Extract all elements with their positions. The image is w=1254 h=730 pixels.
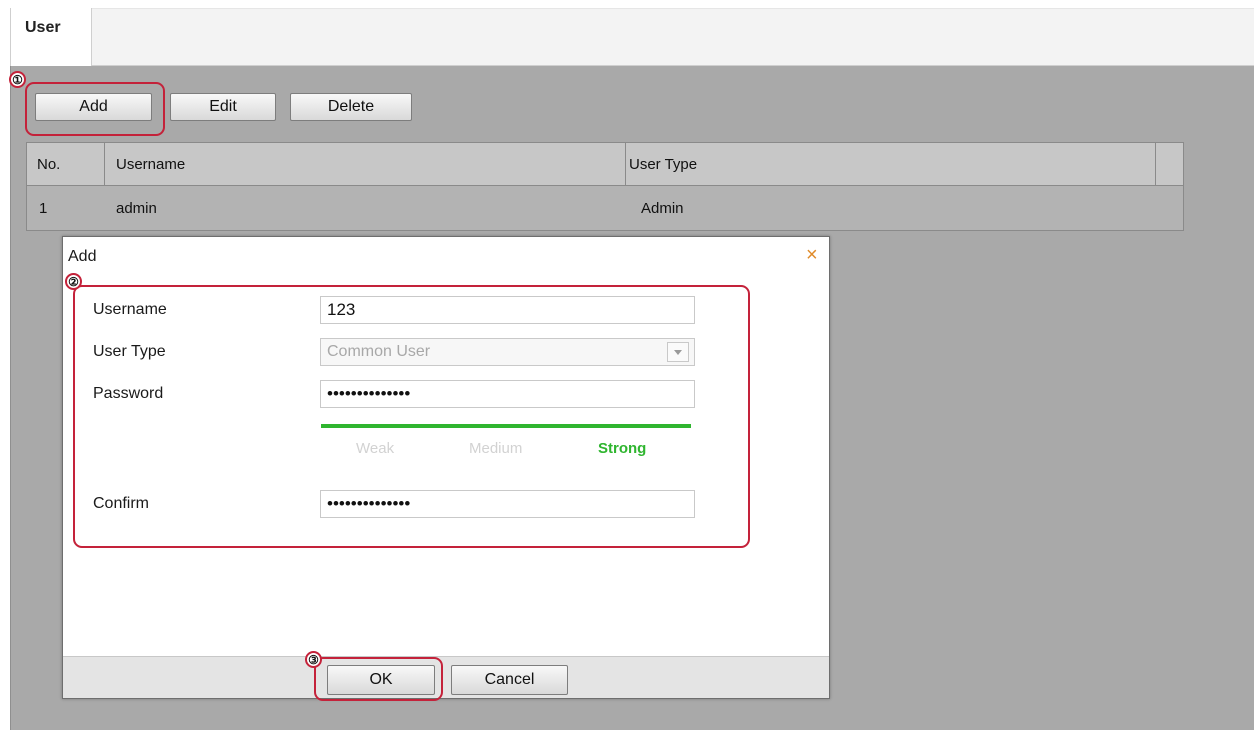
close-icon[interactable]: × <box>806 244 818 267</box>
confirm-label: Confirm <box>93 495 150 512</box>
strength-weak-label: Weak <box>356 440 395 457</box>
column-divider <box>1155 142 1156 186</box>
username-field[interactable]: 123 <box>320 296 695 324</box>
dialog-footer <box>63 656 829 698</box>
column-divider <box>625 142 626 186</box>
confirm-password-field[interactable]: •••••••••••••• <box>320 490 695 518</box>
username-value: 123 <box>327 300 356 319</box>
password-strength-bar <box>321 424 691 428</box>
column-header-user-type: User Type <box>629 156 698 173</box>
edit-button[interactable]: Edit <box>170 93 276 121</box>
password-field[interactable]: •••••••••••••• <box>320 380 695 408</box>
cancel-button-label: Cancel <box>484 671 535 688</box>
callout-box-3 <box>314 657 443 701</box>
column-divider <box>104 142 105 186</box>
user-type-select[interactable]: Common User <box>320 338 695 366</box>
strength-medium-label: Medium <box>469 440 523 457</box>
cell-user-type: Admin <box>641 200 684 217</box>
password-value: •••••••••••••• <box>327 384 411 403</box>
column-header-no: No. <box>37 156 61 173</box>
cell-username: admin <box>116 200 157 217</box>
strength-strong-label: Strong <box>598 440 647 457</box>
password-label: Password <box>93 385 164 402</box>
tab-strip <box>10 8 1254 66</box>
user-type-value: Common User <box>327 343 431 360</box>
cell-no: 1 <box>39 200 48 217</box>
user-type-label: User Type <box>93 343 166 360</box>
username-label: Username <box>93 301 167 318</box>
delete-button-label: Delete <box>327 98 375 115</box>
cancel-button[interactable]: Cancel <box>451 665 568 695</box>
delete-button[interactable]: Delete <box>290 93 412 121</box>
dialog-title: Add <box>68 248 97 265</box>
chevron-down-icon <box>674 350 682 355</box>
confirm-value: •••••••••••••• <box>327 494 411 513</box>
callout-number-1: ① <box>9 71 26 88</box>
callout-number-2: ② <box>65 273 82 290</box>
dropdown-button[interactable] <box>667 342 689 362</box>
table-row[interactable]: 1 admin Admin <box>26 186 1184 231</box>
tab-user-label: User <box>25 19 61 36</box>
callout-box-1 <box>25 82 165 136</box>
edit-button-label: Edit <box>209 98 237 115</box>
table-header: No. Username User Type <box>26 142 1184 186</box>
tab-user[interactable]: User <box>10 8 92 67</box>
column-header-username: Username <box>116 156 186 173</box>
callout-number-3: ③ <box>305 651 322 668</box>
